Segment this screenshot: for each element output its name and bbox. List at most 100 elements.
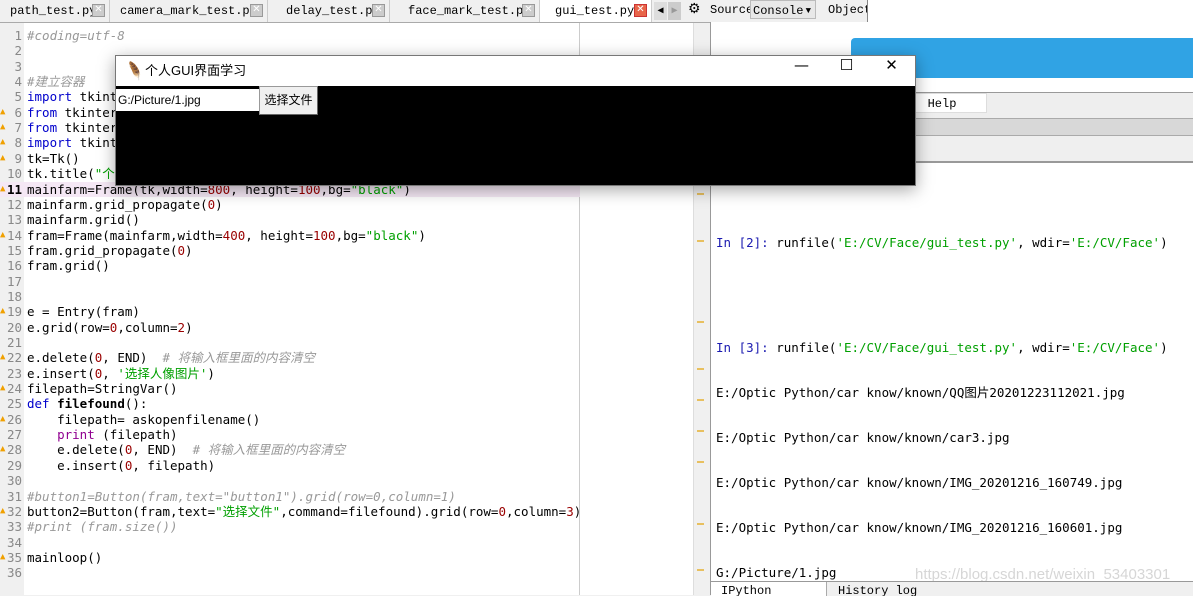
warning-icon: ▲ bbox=[0, 551, 6, 562]
arg: 'E:/CV/Face' bbox=[1069, 340, 1161, 355]
warning-marker[interactable] bbox=[697, 368, 704, 370]
line-number: 13 bbox=[6, 212, 22, 228]
warning-marker[interactable] bbox=[697, 399, 704, 401]
output-line: E:/Optic Python/car know/known/car3.jpg bbox=[716, 430, 1010, 445]
code-text: mainloop() bbox=[27, 549, 103, 565]
command: , wdir= bbox=[1017, 340, 1070, 355]
close-icon[interactable]: ✕ bbox=[250, 4, 263, 17]
code-line: 30 bbox=[0, 473, 580, 488]
warning-icon: ▲ bbox=[0, 505, 6, 516]
code-text: e.insert(0, filepath) bbox=[27, 457, 216, 473]
maximize-button[interactable]: ☐ bbox=[824, 56, 869, 86]
code-line: 34 bbox=[0, 535, 580, 550]
tab-label: delay_test.py bbox=[286, 4, 380, 18]
console-input-line: In [2]: runfile('E:/CV/Face/gui_test.py'… bbox=[716, 235, 1168, 250]
warning-icon: ▲ bbox=[0, 306, 6, 317]
code-text: filepath= askopenfilename() bbox=[27, 411, 261, 427]
warning-icon: ▲ bbox=[0, 137, 6, 148]
line-number: 1 bbox=[14, 28, 22, 43]
close-button[interactable]: ✕ bbox=[869, 56, 914, 86]
code-text: e.delete(0, END) # 将输入框里面的内容清空 bbox=[27, 350, 316, 366]
line-number: 4 bbox=[14, 74, 22, 90]
line-number: 25 bbox=[6, 396, 22, 412]
code-line: ▲ 24 filepath=StringVar() bbox=[0, 381, 580, 396]
tab-label: gui_test.py bbox=[555, 4, 635, 18]
code-text: e = Entry(fram) bbox=[27, 304, 140, 320]
warning-marker[interactable] bbox=[697, 193, 704, 195]
close-icon[interactable]: ✕ bbox=[634, 4, 647, 17]
code-text: import tkinte bbox=[27, 89, 125, 105]
code-line: 25 def filefound(): bbox=[0, 396, 580, 411]
object-input[interactable] bbox=[867, 0, 1193, 22]
console-output[interactable]: In [2]: runfile('E:/CV/Face/gui_test.py'… bbox=[716, 205, 1168, 595]
warning-marker[interactable] bbox=[697, 321, 704, 323]
warning-marker[interactable] bbox=[697, 569, 704, 571]
line-number: 31 bbox=[6, 488, 22, 504]
warning-icon: ▲ bbox=[0, 183, 6, 194]
tab-face-mark-test[interactable]: face_mark_test.py ✕ bbox=[390, 0, 540, 22]
gear-icon[interactable]: ⚙ bbox=[688, 0, 701, 20]
bottom-tab-bar: IPython console History log bbox=[711, 581, 1193, 596]
code-text: #建立容器 bbox=[27, 74, 85, 90]
code-line: 23 e.insert(0, '选择人像图片') bbox=[0, 366, 580, 381]
tab-camera-mark-test[interactable]: camera_mark_test.py ✕ bbox=[110, 0, 268, 22]
code-text: def filefound(): bbox=[27, 396, 148, 412]
tab-history-log[interactable]: History log bbox=[828, 582, 927, 596]
warning-marker[interactable] bbox=[697, 461, 704, 463]
code-line: ▲ 28 e.delete(0, END) # 将输入框里面的内容清空 bbox=[0, 442, 580, 457]
code-line: 20 e.grid(row=0,column=2) bbox=[0, 320, 580, 335]
code-text: #print (fram.size()) bbox=[27, 519, 178, 535]
close-icon[interactable]: ✕ bbox=[372, 4, 385, 17]
line-number: 16 bbox=[6, 258, 22, 274]
select-file-button[interactable]: 选择文件 bbox=[259, 86, 318, 115]
code-line: ▲ 19 e = Entry(fram) bbox=[0, 304, 580, 319]
file-path-entry[interactable]: G:/Picture/1.jpg bbox=[116, 89, 260, 111]
tab-delay-test[interactable]: delay_test.py ✕ bbox=[268, 0, 390, 22]
warning-icon: ▲ bbox=[0, 106, 6, 117]
code-text: e.insert(0, '选择人像图片') bbox=[27, 365, 215, 381]
window-title-bar[interactable]: 🪶 个人GUI界面学习 — ☐ ✕ bbox=[116, 56, 915, 86]
code-line: 17 bbox=[0, 274, 580, 289]
line-number: 27 bbox=[6, 427, 22, 443]
code-line: 18 bbox=[0, 289, 580, 304]
command: runfile( bbox=[776, 340, 837, 355]
warning-marker[interactable] bbox=[697, 240, 704, 242]
code-text: filepath=StringVar() bbox=[27, 381, 178, 397]
code-text: #button1=Button(fram,text="button1").gri… bbox=[27, 488, 456, 504]
command: runfile( bbox=[776, 235, 837, 250]
tab-label: face_mark_test.py bbox=[408, 4, 531, 18]
tab-ipython-console[interactable]: IPython console bbox=[711, 582, 827, 596]
code-line: 13 mainfarm.grid() bbox=[0, 212, 580, 227]
warning-marker[interactable] bbox=[697, 523, 704, 525]
close-icon[interactable]: ✕ bbox=[522, 4, 535, 17]
command: ) bbox=[1160, 340, 1168, 355]
line-number: 3 bbox=[14, 58, 22, 74]
code-line: 31 #button1=Button(fram,text="button1").g… bbox=[0, 489, 580, 504]
line-number: 5 bbox=[14, 89, 22, 105]
source-select[interactable]: Console ▼ bbox=[750, 0, 816, 19]
line-number: 30 bbox=[6, 473, 22, 489]
close-icon[interactable]: ✕ bbox=[92, 4, 105, 17]
code-line: ▲ 35 mainloop() bbox=[0, 550, 580, 565]
code-text: e.grid(row=0,column=2) bbox=[27, 319, 193, 335]
tab-label: camera_mark_test.py bbox=[120, 4, 257, 18]
warning-icon: ▲ bbox=[0, 413, 6, 424]
output-line: E:/Optic Python/car know/known/IMG_20201… bbox=[716, 475, 1123, 490]
tab-path-test[interactable]: path_test.py ✕ bbox=[0, 0, 110, 22]
minimize-button[interactable]: — bbox=[779, 56, 824, 86]
tab-gui-test[interactable]: gui_test.py ✕ bbox=[540, 0, 652, 22]
command: ) bbox=[1160, 235, 1168, 250]
arg: 'E:/CV/Face/gui_test.py' bbox=[836, 235, 1018, 250]
tab-label: path_test.py bbox=[10, 4, 97, 18]
code-text: fram=Frame(mainfarm,width=400, height=10… bbox=[27, 227, 426, 243]
code-text: import tkinte bbox=[27, 135, 125, 151]
code-text: tk.title("个人 bbox=[27, 166, 128, 182]
scroll-tabs-right-icon[interactable]: ▶ bbox=[668, 2, 681, 20]
line-number: 36 bbox=[6, 565, 22, 581]
line-number: 20 bbox=[6, 319, 22, 335]
warning-icon: ▲ bbox=[0, 352, 6, 363]
warning-marker[interactable] bbox=[697, 430, 704, 432]
scroll-tabs-left-icon[interactable]: ◀ bbox=[654, 2, 667, 20]
code-line: 15 fram.grid_propagate(0) bbox=[0, 243, 580, 258]
line-number: 34 bbox=[6, 534, 22, 550]
